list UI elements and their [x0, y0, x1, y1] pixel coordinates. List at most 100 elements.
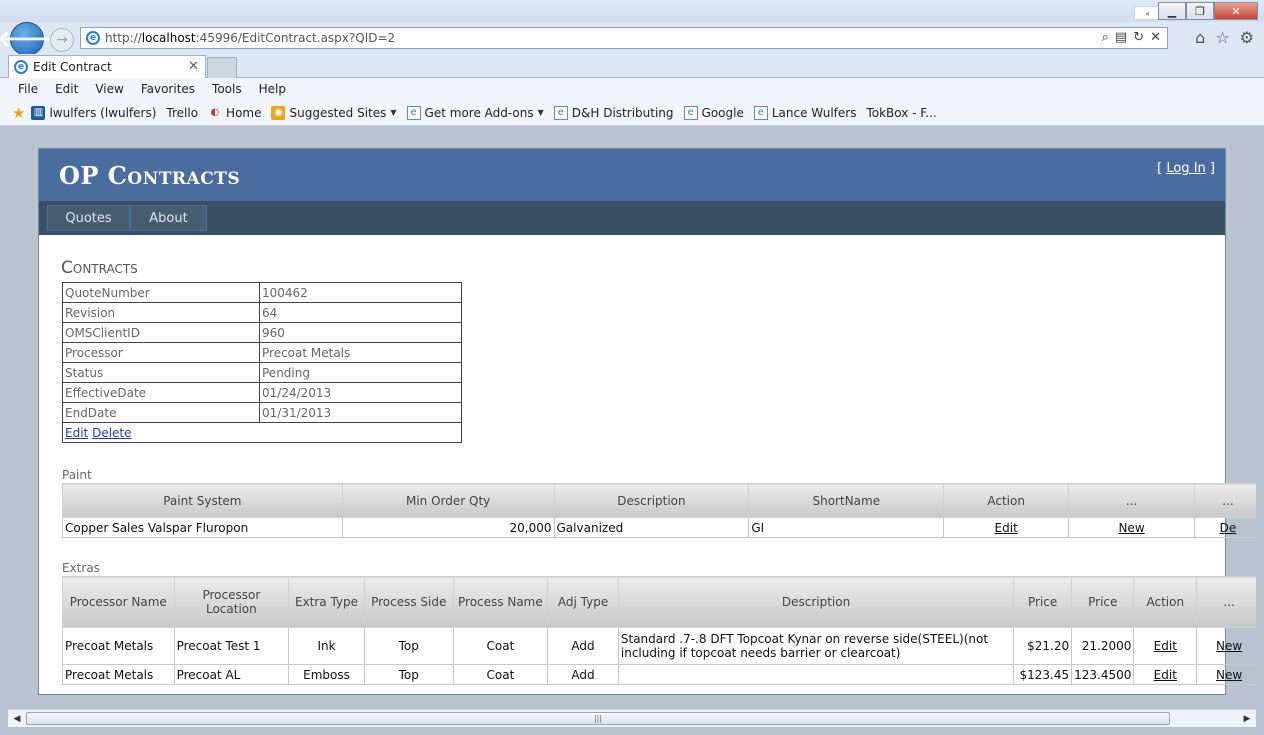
- tab-edit-contract[interactable]: e Edit Contract ✕: [8, 55, 206, 78]
- menu-edit[interactable]: Edit: [55, 82, 78, 96]
- col-header: Action: [1133, 576, 1198, 628]
- page-icon: e: [406, 105, 421, 120]
- cell-price-decimal: 21.2000: [1071, 627, 1135, 665]
- table-header-row: Processor Name Processor Location Extra …: [62, 576, 1256, 628]
- cell-new: New: [1196, 627, 1256, 665]
- edit-link[interactable]: Edit: [995, 521, 1018, 535]
- table-row: QuoteNumber 100462: [62, 282, 462, 303]
- fav-lance-wulfers[interactable]: e Lance Wulfers: [753, 105, 856, 120]
- cell-new: New: [1196, 664, 1256, 685]
- col-header: Description: [553, 483, 750, 518]
- paint-systems-table: Paint System Min Order Qty Description S…: [62, 483, 1256, 538]
- col-header: ...: [1196, 576, 1256, 628]
- table-row: Copper Sales Valspar Fluropon 20,000 Gal…: [62, 517, 1256, 538]
- col-header: Price: [1071, 576, 1135, 628]
- close-tab-icon[interactable]: ✕: [188, 59, 199, 74]
- fav-lwulfers[interactable]: ▥ lwulfers (lwulfers): [31, 105, 156, 120]
- table-row: Processor Precoat Metals: [62, 342, 462, 363]
- nav-quotes[interactable]: Quotes: [47, 205, 130, 231]
- table-row: Status Pending: [62, 362, 462, 383]
- scroll-left-icon[interactable]: ◀: [9, 712, 25, 726]
- col-header: Price: [1013, 576, 1073, 628]
- fav-dh-distributing[interactable]: e D&H Distributing: [553, 105, 674, 120]
- menu-favorites[interactable]: Favorites: [141, 82, 195, 96]
- edit-contract-link[interactable]: Edit: [65, 426, 88, 440]
- delete-contract-link[interactable]: Delete: [92, 426, 131, 440]
- menu-help[interactable]: Help: [259, 82, 286, 96]
- menu-bar: File Edit View Favorites Tools Help: [0, 78, 1264, 100]
- url-host: localhost: [141, 31, 196, 45]
- horizontal-scrollbar[interactable]: ◀ ||| ▶: [8, 709, 1256, 727]
- close-window-button[interactable]: ✕: [1214, 2, 1258, 20]
- site-nav: Quotes About: [39, 201, 1225, 235]
- col-header: Action: [943, 483, 1070, 518]
- menu-view[interactable]: View: [95, 82, 123, 96]
- fav-get-more-add-ons[interactable]: e Get more Add-ons ▼: [406, 105, 544, 120]
- fav-google[interactable]: e Google: [683, 105, 744, 120]
- tab-title: Edit Contract: [33, 60, 112, 74]
- forward-button[interactable]: →: [50, 28, 74, 52]
- favorites-star-icon[interactable]: ★: [12, 104, 25, 122]
- back-button[interactable]: 🡐: [0, 22, 57, 56]
- new-link[interactable]: New: [1216, 639, 1242, 653]
- url-prefix: http://: [105, 31, 142, 45]
- cell-short-name: GI: [748, 517, 945, 538]
- cell-process-name: Coat: [452, 664, 549, 685]
- refresh-icon[interactable]: ↻: [1133, 30, 1144, 45]
- gear-icon[interactable]: ⚙: [1240, 28, 1254, 47]
- cell-processor-name: Precoat Metals: [62, 627, 175, 665]
- page-icon: e: [553, 105, 568, 120]
- tiny-back-icon[interactable]: ◂: [1134, 6, 1160, 20]
- fav-home[interactable]: ◐ Home: [208, 106, 262, 120]
- login-link[interactable]: Log In: [1166, 161, 1205, 176]
- field-value: 960: [259, 322, 462, 343]
- new-link[interactable]: New: [1118, 521, 1144, 535]
- scroll-right-icon[interactable]: ▶: [1239, 712, 1255, 726]
- nav-about[interactable]: About: [130, 205, 207, 231]
- col-header: Min Order Qty: [341, 483, 555, 518]
- cell-price: $123.45: [1013, 664, 1073, 685]
- fav-suggested-sites[interactable]: ◉ Suggested Sites ▼: [271, 105, 397, 120]
- page-icon: e: [683, 105, 698, 120]
- field-key: Status: [62, 362, 260, 383]
- col-header: Description: [617, 576, 1015, 628]
- login-bracket-close: ]: [1205, 161, 1215, 176]
- col-header: Processor Name: [62, 576, 175, 628]
- cell-process-side: Top: [363, 664, 454, 685]
- chevron-down-icon[interactable]: ▼: [390, 108, 396, 117]
- compatibility-icon[interactable]: ▤: [1115, 30, 1127, 45]
- field-value: Precoat Metals: [259, 342, 462, 363]
- edit-link[interactable]: Edit: [1154, 668, 1177, 682]
- trello-icon: ▥: [31, 105, 46, 120]
- menu-tools[interactable]: Tools: [212, 82, 242, 96]
- edit-link[interactable]: Edit: [1154, 639, 1177, 653]
- search-icon[interactable]: ⌕: [1102, 30, 1109, 45]
- stop-icon[interactable]: ✕: [1150, 30, 1161, 45]
- new-link[interactable]: New: [1216, 668, 1242, 682]
- fav-trello[interactable]: Trello: [166, 106, 198, 120]
- chevron-down-icon[interactable]: ▼: [538, 108, 544, 117]
- new-tab-button[interactable]: [207, 57, 237, 78]
- site-page: OP Contracts [ Log In ] Quotes About Con…: [38, 148, 1256, 695]
- home-icon[interactable]: ⌂: [1195, 28, 1205, 47]
- field-key: Processor: [62, 342, 260, 363]
- col-header: Process Side: [363, 576, 454, 628]
- tab-strip: e Edit Contract ✕: [0, 54, 1264, 78]
- scrollbar-thumb[interactable]: |||: [26, 712, 1170, 725]
- address-bar[interactable]: e http://localhost:45996/EditContract.as…: [80, 27, 1168, 49]
- minimize-button[interactable]: ▁: [1158, 2, 1186, 20]
- maximize-button[interactable]: ❐: [1186, 2, 1214, 20]
- delete-link[interactable]: De: [1220, 521, 1237, 535]
- login-bracket-open: [: [1157, 161, 1167, 176]
- menu-file[interactable]: File: [18, 82, 38, 96]
- table-header-row: Paint System Min Order Qty Description S…: [62, 483, 1256, 518]
- cell-extra-type: Emboss: [288, 664, 365, 685]
- favorites-star-icon[interactable]: ☆: [1215, 28, 1229, 47]
- navigation-bar: 🡐 → e http://localhost:45996/EditContrac…: [0, 22, 1264, 56]
- fav-label: D&H Distributing: [571, 105, 674, 120]
- extras-label: Extras: [62, 561, 100, 575]
- fav-tokbox[interactable]: TokBox - F...: [866, 106, 936, 120]
- ie-tab-icon: e: [14, 60, 28, 74]
- field-value: Pending: [259, 362, 462, 383]
- col-header: Adj Type: [547, 576, 619, 628]
